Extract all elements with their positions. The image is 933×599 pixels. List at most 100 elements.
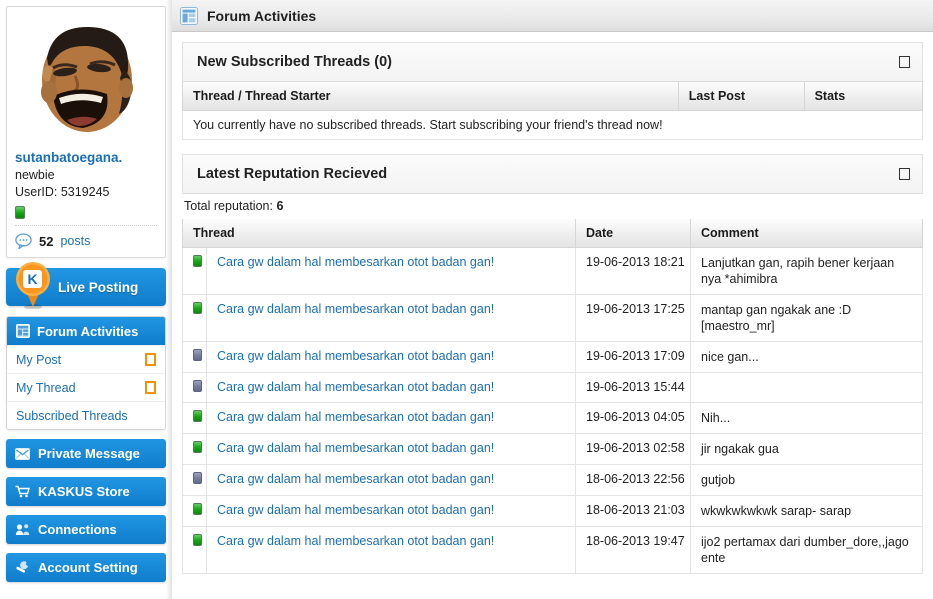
table-row: Cara gw dalam hal membesarkan otot badan… bbox=[182, 372, 923, 403]
sidebar-item-connections[interactable]: Connections bbox=[6, 515, 166, 544]
sidebar-item-my-thread-label: My Thread bbox=[16, 380, 76, 395]
col-thread: Thread bbox=[182, 219, 576, 248]
envelope-icon bbox=[15, 447, 30, 460]
wrench-icon bbox=[16, 561, 28, 573]
main-body: New Subscribed Threads (0) Thread / Thre… bbox=[172, 32, 933, 599]
avatar bbox=[15, 15, 157, 147]
thread-link[interactable]: Cara gw dalam hal membesarkan otot badan… bbox=[217, 441, 494, 455]
date-cell: 18-06-2013 22:56 bbox=[575, 464, 691, 496]
sidebar-item-my-post-label: My Post bbox=[16, 352, 62, 367]
col-thread-starter: Thread / Thread Starter bbox=[182, 82, 679, 111]
user-avatar-photo bbox=[41, 26, 133, 132]
reputation-table: Thread Date Comment Cara gw dalam hal me… bbox=[182, 219, 923, 574]
thread-link[interactable]: Cara gw dalam hal membesarkan otot badan… bbox=[217, 472, 494, 486]
connections-label: Connections bbox=[38, 522, 117, 537]
thread-cell: Cara gw dalam hal membesarkan otot badan… bbox=[206, 433, 576, 465]
table-row: Cara gw dalam hal membesarkan otot badan… bbox=[182, 294, 923, 342]
reputation-indicator-cell bbox=[182, 372, 207, 403]
live-posting-button[interactable]: K Live Posting bbox=[6, 262, 166, 309]
total-reputation-label: Total reputation: bbox=[184, 199, 273, 213]
thread-cell: Cara gw dalam hal membesarkan otot badan… bbox=[206, 294, 576, 342]
sidebar-item-my-thread[interactable]: My Thread bbox=[7, 373, 165, 401]
connections-icon bbox=[15, 524, 30, 535]
table-row: Cara gw dalam hal membesarkan otot badan… bbox=[182, 526, 923, 574]
comment-cell: Lanjutkan gan, rapih bener kerjaan nya *… bbox=[690, 247, 923, 295]
reputation-indicator-cell bbox=[182, 341, 207, 373]
date-cell: 19-06-2013 15:44 bbox=[575, 372, 691, 403]
thread-link[interactable]: Cara gw dalam hal membesarkan otot badan… bbox=[217, 503, 494, 517]
sidebar-item-private-message[interactable]: Private Message bbox=[6, 439, 166, 468]
thread-cell: Cara gw dalam hal membesarkan otot badan… bbox=[206, 402, 576, 434]
my-post-badge-icon bbox=[145, 353, 156, 366]
sidebar-item-subscribed-threads[interactable]: Subscribed Threads bbox=[7, 401, 165, 429]
profile-posts-row: 52 posts bbox=[15, 225, 157, 257]
date-cell: 18-06-2013 19:47 bbox=[575, 526, 691, 574]
subscribed-empty-message: You currently have no subscribed threads… bbox=[182, 110, 923, 140]
reputation-green-icon bbox=[193, 255, 202, 267]
col-stats: Stats bbox=[803, 82, 924, 111]
forum-activities-icon bbox=[16, 324, 30, 338]
thread-cell: Cara gw dalam hal membesarkan otot badan… bbox=[206, 495, 576, 527]
comment-cell: jir ngakak gua bbox=[690, 433, 923, 465]
subscribed-threads-panel: New Subscribed Threads (0) Thread / Thre… bbox=[182, 42, 924, 140]
comment-cell: gutjob bbox=[690, 464, 923, 496]
thread-link[interactable]: Cara gw dalam hal membesarkan otot badan… bbox=[217, 302, 494, 316]
live-posting-label: Live Posting bbox=[58, 279, 139, 295]
profile-card: sutanbatoegana. newbie UserID: 5319245 5… bbox=[6, 6, 166, 258]
date-cell: 18-06-2013 21:03 bbox=[575, 495, 691, 527]
reputation-indicator-cell bbox=[182, 464, 207, 496]
thread-cell: Cara gw dalam hal membesarkan otot badan… bbox=[206, 341, 576, 373]
date-cell: 19-06-2013 02:58 bbox=[575, 433, 691, 465]
kaskus-store-label: KASKUS Store bbox=[38, 484, 130, 499]
sidebar-item-my-post[interactable]: My Post bbox=[7, 345, 165, 373]
date-cell: 19-06-2013 17:09 bbox=[575, 341, 691, 373]
reputation-green-icon bbox=[193, 410, 202, 422]
private-message-label: Private Message bbox=[38, 446, 140, 461]
reputation-green-icon bbox=[193, 534, 202, 546]
date-cell: 19-06-2013 18:21 bbox=[575, 247, 691, 295]
sidebar-item-forum-activities[interactable]: Forum Activities bbox=[7, 317, 165, 345]
thread-cell: Cara gw dalam hal membesarkan otot badan… bbox=[206, 372, 576, 403]
reputation-green-icon bbox=[193, 503, 202, 515]
layout-window-icon bbox=[180, 6, 198, 25]
page-header: Forum Activities bbox=[172, 0, 933, 32]
profile-posts-label[interactable]: posts bbox=[60, 234, 90, 248]
thread-cell: Cara gw dalam hal membesarkan otot badan… bbox=[206, 247, 576, 295]
sidebar-item-kaskus-store[interactable]: KASKUS Store bbox=[6, 477, 166, 506]
thread-link[interactable]: Cara gw dalam hal membesarkan otot badan… bbox=[217, 410, 494, 424]
date-cell: 19-06-2013 17:25 bbox=[575, 294, 691, 342]
reputation-gray-icon bbox=[193, 472, 202, 484]
sidebar-item-subscribed-threads-label: Subscribed Threads bbox=[16, 408, 128, 423]
comment-cell: ijo2 pertamax dari dumber_dore,,jago ent… bbox=[690, 526, 923, 574]
thread-link[interactable]: Cara gw dalam hal membesarkan otot badan… bbox=[217, 380, 494, 394]
table-header-row: Thread Date Comment bbox=[182, 219, 923, 248]
table-row: Cara gw dalam hal membesarkan otot badan… bbox=[182, 464, 923, 496]
collapse-box-icon[interactable] bbox=[899, 168, 910, 180]
subscribed-threads-table: Thread / Thread Starter Last Post Stats … bbox=[182, 82, 924, 140]
collapse-box-icon[interactable] bbox=[899, 56, 910, 68]
thread-link[interactable]: Cara gw dalam hal membesarkan otot badan… bbox=[217, 534, 494, 548]
reputation-indicator-cell bbox=[182, 495, 207, 527]
comment-cell: Nih... bbox=[690, 402, 923, 434]
subscribed-threads-title: New Subscribed Threads (0) bbox=[197, 54, 392, 70]
reputation-table-body: Cara gw dalam hal membesarkan otot badan… bbox=[182, 247, 923, 574]
thread-link[interactable]: Cara gw dalam hal membesarkan otot badan… bbox=[217, 349, 494, 363]
table-row: You currently have no subscribed threads… bbox=[182, 110, 923, 140]
comment-cell: mantap gan ngakak ane :D [maestro_mr] bbox=[690, 294, 923, 342]
reputation-panel: Latest Reputation Recieved Total reputat… bbox=[182, 154, 923, 574]
table-row: Cara gw dalam hal membesarkan otot badan… bbox=[182, 495, 923, 527]
page-title: Forum Activities bbox=[207, 7, 317, 24]
reputation-indicator-cell bbox=[182, 526, 207, 574]
thread-link[interactable]: Cara gw dalam hal membesarkan otot badan… bbox=[217, 255, 494, 269]
subscribed-threads-panel-header: New Subscribed Threads (0) bbox=[182, 42, 923, 82]
total-reputation-value: 6 bbox=[276, 199, 284, 213]
reputation-indicator-cell bbox=[182, 247, 207, 295]
reputation-title: Latest Reputation Recieved bbox=[197, 166, 388, 182]
main-content: Forum Activities New Subscribed Threads … bbox=[172, 0, 933, 599]
total-reputation: Total reputation: 6 bbox=[182, 194, 923, 219]
account-setting-label: Account Setting bbox=[38, 560, 138, 575]
table-row: Cara gw dalam hal membesarkan otot badan… bbox=[182, 247, 923, 295]
sidebar-item-account-setting[interactable]: Account Setting bbox=[6, 553, 166, 582]
profile-username[interactable]: sutanbatoegana. bbox=[15, 149, 157, 167]
kaskus-pin-icon: K bbox=[16, 262, 50, 309]
